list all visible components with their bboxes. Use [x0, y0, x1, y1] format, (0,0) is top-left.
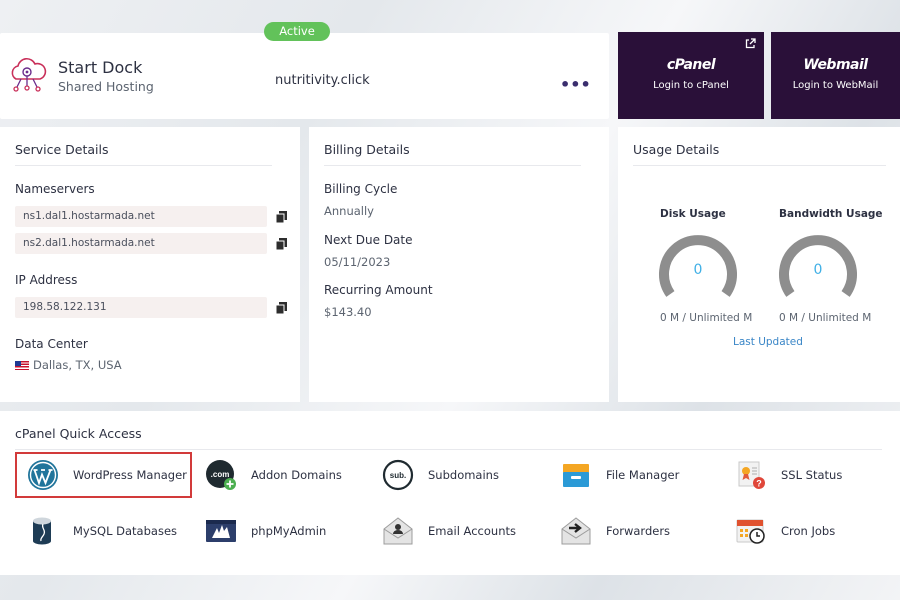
last-updated-link[interactable]: Last Updated — [733, 336, 803, 348]
qa-label: Forwarders — [606, 524, 671, 538]
nameservers-label: Nameservers — [15, 182, 95, 196]
next-due-date-value: 05/11/2023 — [324, 255, 391, 269]
ip-address-field[interactable]: 198.58.122.131 — [15, 297, 267, 318]
quick-access-ssl-status[interactable]: ? SSL Status — [735, 455, 875, 495]
email-icon — [383, 517, 413, 545]
recurring-amount-value: $143.40 — [324, 305, 372, 319]
billing-cycle-value: Annually — [324, 204, 374, 218]
service-card: Start Dock Shared Hosting nutritivity.cl… — [0, 33, 609, 119]
bandwidth-usage-value: 0 — [813, 262, 823, 278]
bandwidth-usage-label: Bandwidth Usage — [779, 208, 883, 220]
webmail-button-label: Login to WebMail — [792, 80, 879, 91]
plan-type: Shared Hosting — [58, 79, 154, 94]
more-options-button[interactable]: ••• — [560, 75, 591, 94]
next-due-date-label: Next Due Date — [324, 233, 413, 247]
qa-label: Email Accounts — [428, 524, 516, 538]
billing-details-title: Billing Details — [324, 142, 410, 157]
cpanel-login-button[interactable]: cPanel Login to cPanel — [618, 32, 764, 119]
data-center-value: Dallas, TX, USA — [15, 358, 122, 372]
file-manager-icon — [563, 464, 589, 487]
qa-label: MySQL Databases — [73, 524, 178, 538]
webmail-logo-text: Webmail — [803, 57, 868, 73]
dotcom-icon: .com — [206, 460, 236, 490]
qa-label: Cron Jobs — [781, 524, 836, 538]
disk-usage-gauge: 0 — [658, 232, 738, 302]
plan-name: Start Dock — [58, 58, 143, 77]
recurring-amount-label: Recurring Amount — [324, 283, 433, 297]
qa-label: Addon Domains — [251, 468, 342, 482]
disk-usage-label: Disk Usage — [660, 208, 726, 220]
svg-text:sub.: sub. — [390, 471, 406, 480]
ssl-certificate-icon: ? — [738, 461, 765, 489]
divider — [15, 449, 882, 450]
service-details-card: Service Details Nameservers ns1.dal1.hos… — [0, 127, 300, 402]
cpanel-logo-text: cPanel — [666, 57, 716, 73]
webmail-login-button[interactable]: Webmail Login to WebMail — [771, 32, 900, 119]
qa-label: SSL Status — [781, 468, 843, 482]
quick-access-forwarders[interactable]: Forwarders — [560, 511, 700, 551]
disk-usage-caption: 0 M / Unlimited M — [660, 312, 753, 324]
bandwidth-usage-gauge: 0 — [778, 232, 858, 302]
cloud-network-icon — [11, 58, 47, 92]
quick-access-phpmyadmin[interactable]: phpMyAdmin — [205, 511, 355, 551]
qa-label: Subdomains — [428, 468, 499, 482]
divider — [15, 165, 272, 166]
quick-access-addon-domains[interactable]: .com Addon Domains — [205, 455, 355, 495]
data-center-text: Dallas, TX, USA — [33, 358, 122, 372]
quick-access-wordpress-manager[interactable]: WordPress Manager — [27, 455, 187, 495]
quick-access-title: cPanel Quick Access — [15, 426, 142, 441]
copy-icon[interactable] — [276, 211, 287, 223]
quick-access-cron-jobs[interactable]: Cron Jobs — [735, 511, 875, 551]
sub-icon: sub. — [382, 459, 414, 491]
forwarder-icon — [561, 517, 591, 545]
us-flag-icon — [15, 361, 29, 370]
copy-icon[interactable] — [276, 238, 287, 250]
qa-label: File Manager — [606, 468, 680, 482]
copy-icon[interactable] — [276, 302, 287, 314]
usage-details-title: Usage Details — [633, 142, 720, 157]
phpmyadmin-icon — [206, 520, 236, 542]
quick-access-email-accounts[interactable]: Email Accounts — [382, 511, 522, 551]
bandwidth-usage-caption: 0 M / Unlimited M — [779, 312, 872, 324]
svg-text:.com: .com — [211, 470, 230, 479]
nameserver-1-field[interactable]: ns1.dal1.hostarmada.net — [15, 206, 267, 227]
calendar-clock-icon — [736, 519, 765, 544]
cpanel-quick-access-card: cPanel Quick Access WordPress Manager .c… — [0, 411, 900, 575]
billing-cycle-label: Billing Cycle — [324, 182, 398, 196]
quick-access-mysql-databases[interactable]: MySQL Databases — [27, 511, 187, 551]
usage-details-card: Usage Details Disk Usage 0 0 M / Unlimit… — [618, 127, 900, 402]
external-link-icon — [745, 38, 756, 49]
svg-text:?: ? — [756, 479, 762, 489]
nameserver-2-field[interactable]: ns2.dal1.hostarmada.net — [15, 233, 267, 254]
data-center-label: Data Center — [15, 337, 88, 351]
divider — [633, 165, 886, 166]
wordpress-icon — [28, 460, 58, 490]
quick-access-subdomains[interactable]: sub. Subdomains — [382, 455, 522, 495]
status-badge: Active — [264, 22, 330, 41]
domain-name: nutritivity.click — [275, 73, 370, 88]
service-details-title: Service Details — [15, 142, 109, 157]
database-icon — [33, 517, 51, 545]
qa-label: phpMyAdmin — [251, 524, 327, 538]
billing-details-card: Billing Details Billing Cycle Annually N… — [309, 127, 609, 402]
quick-access-file-manager[interactable]: File Manager — [560, 455, 700, 495]
divider — [324, 165, 581, 166]
disk-usage-value: 0 — [693, 262, 703, 278]
qa-label: WordPress Manager — [73, 468, 187, 482]
cpanel-button-label: Login to cPanel — [653, 80, 729, 91]
ip-address-label: IP Address — [15, 273, 78, 287]
